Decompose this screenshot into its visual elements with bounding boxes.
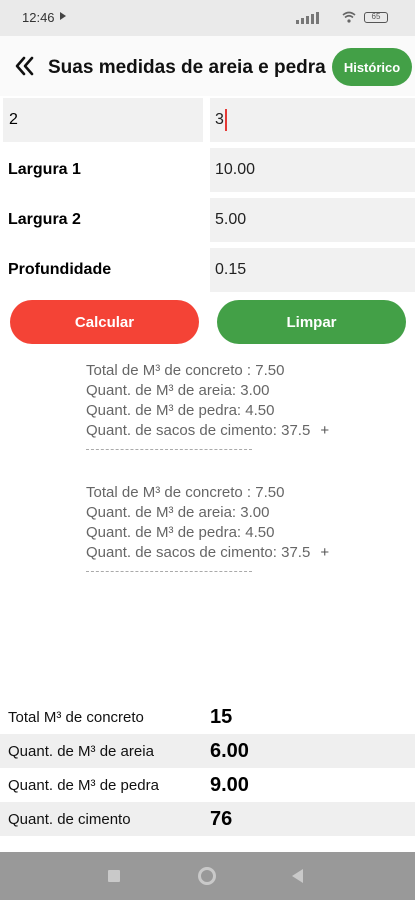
result-concreto: Total de M³ de concreto : 7.50 (86, 362, 285, 379)
double-chevron-left-icon[interactable] (12, 53, 38, 79)
result-pedra: Quant. de M³ de pedra: 4.50 (86, 402, 275, 419)
wifi-icon (342, 11, 356, 23)
largura-1-input[interactable]: 10.00 (210, 148, 415, 192)
profundidade-label: Profundidade (3, 248, 203, 292)
app-bar: Suas medidas de areia e pedra Histórico (0, 36, 415, 96)
limpar-button[interactable]: Limpar (217, 300, 406, 344)
result-cimento: Quant. de sacos de cimento: 37.5 (86, 544, 311, 561)
status-bar: 12:46 65 (0, 0, 415, 36)
comprimento-2-input[interactable]: 3 (210, 98, 415, 142)
text-cursor (224, 109, 227, 131)
total-cimento-row: Quant. de cimento 76 (0, 802, 415, 836)
media-play-icon (60, 12, 66, 20)
total-pedra-row: Quant. de M³ de pedra 9.00 (0, 768, 415, 802)
recents-icon[interactable] (108, 870, 120, 882)
calcular-button[interactable]: Calcular (10, 300, 199, 344)
add-plus-button[interactable]: + (320, 422, 329, 439)
comprimento-2-value: 3 (215, 111, 224, 128)
result-areia: Quant. de M³ de areia: 3.00 (86, 382, 270, 399)
add-plus-button[interactable]: + (320, 544, 329, 561)
profundidade-input[interactable]: 0.15 (210, 248, 415, 292)
profundidade-row: Profundidade 0.15 (0, 248, 415, 292)
total-pedra-label: Quant. de M³ de pedra (8, 776, 159, 794)
back-icon[interactable] (292, 869, 303, 883)
total-concreto-label: Total M³ de concreto (8, 708, 144, 726)
signal-icon (296, 11, 319, 24)
result-entry: Total de M³ de concreto : 7.50 Quant. de… (86, 483, 329, 572)
total-areia-label: Quant. de M³ de areia (8, 742, 154, 760)
result-pedra: Quant. de M³ de pedra: 4.50 (86, 524, 275, 541)
total-concreto-value: 15 (210, 705, 233, 728)
divider (86, 449, 252, 450)
divider (86, 571, 252, 572)
total-areia-value: 6.00 (210, 739, 249, 762)
comprimento-row: 2 3 (0, 98, 415, 142)
result-entry: Total de M³ de concreto : 7.50 Quant. de… (86, 361, 329, 450)
page-title: Suas medidas de areia e pedra (48, 57, 326, 78)
total-pedra-value: 9.00 (210, 773, 249, 796)
total-concreto-row: Total M³ de concreto 15 (0, 700, 415, 734)
system-nav-bar (0, 852, 415, 900)
total-cimento-label: Quant. de cimento (8, 810, 131, 828)
result-concreto: Total de M³ de concreto : 7.50 (86, 484, 285, 501)
total-areia-row: Quant. de M³ de areia 6.00 (0, 734, 415, 768)
home-icon[interactable] (198, 867, 216, 885)
largura-2-input[interactable]: 5.00 (210, 198, 415, 242)
largura-1-label: Largura 1 (3, 148, 203, 192)
battery-icon: 65 (364, 12, 388, 23)
result-cimento: Quant. de sacos de cimento: 37.5 (86, 422, 311, 439)
result-areia: Quant. de M³ de areia: 3.00 (86, 504, 270, 521)
status-time: 12:46 (22, 10, 55, 25)
largura-1-row: Largura 1 10.00 (0, 148, 415, 192)
comprimento-1-value: 2 (9, 111, 18, 128)
largura-2-row: Largura 2 5.00 (0, 198, 415, 242)
largura-2-label: Largura 2 (3, 198, 203, 242)
comprimento-1-input[interactable]: 2 (3, 98, 203, 142)
history-button[interactable]: Histórico (332, 48, 412, 86)
total-cimento-value: 76 (210, 807, 233, 830)
